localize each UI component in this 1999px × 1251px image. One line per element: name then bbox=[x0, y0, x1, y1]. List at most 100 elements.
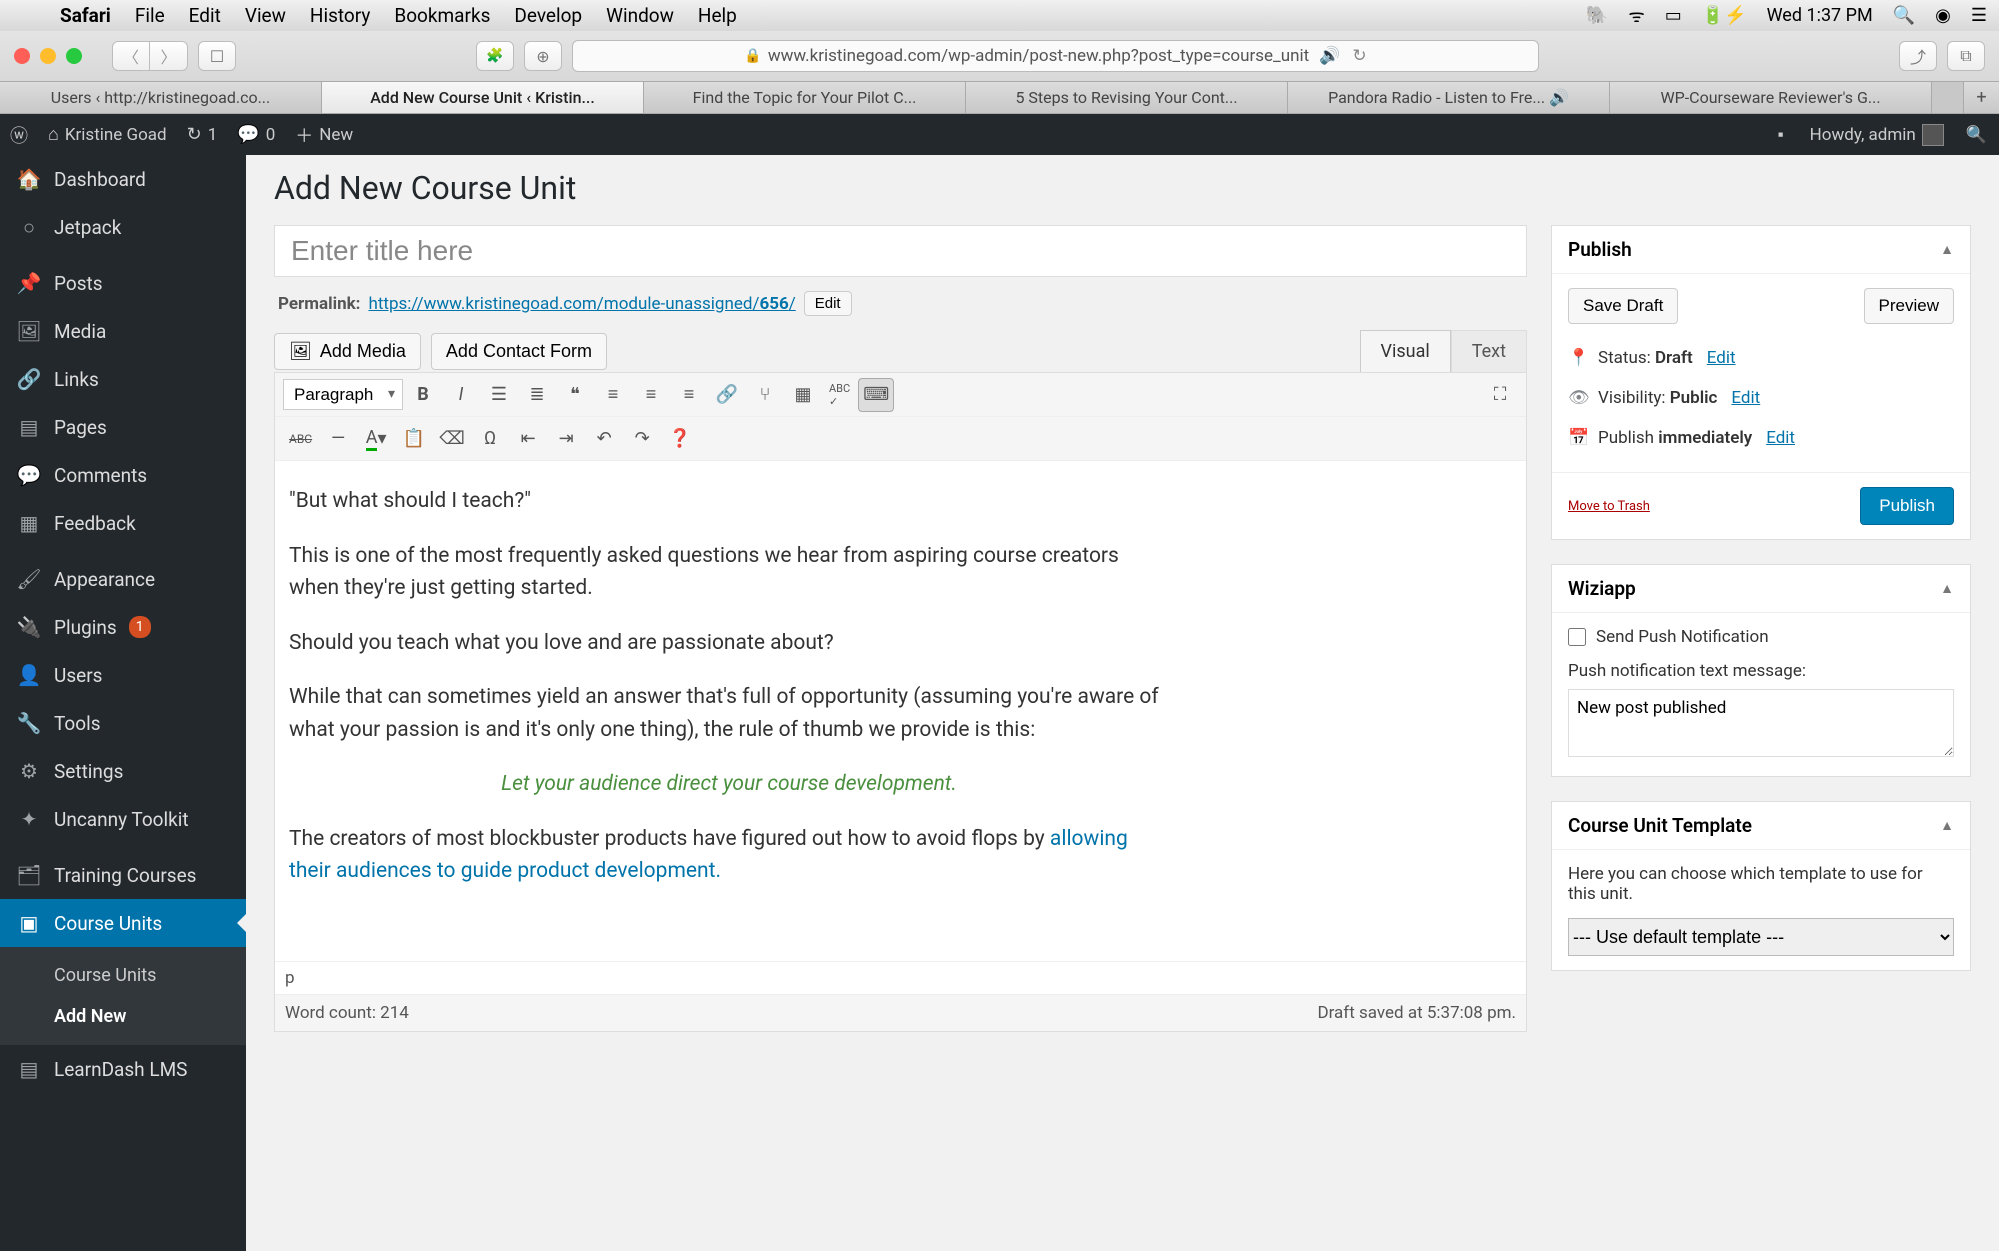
post-title-input[interactable] bbox=[274, 225, 1527, 277]
app-name[interactable]: Safari bbox=[48, 4, 123, 27]
menu-history[interactable]: History bbox=[298, 4, 382, 27]
submenu-item[interactable]: Course Units bbox=[0, 955, 246, 996]
sidebar-item-uncanny-toolkit[interactable]: ✦Uncanny Toolkit bbox=[0, 795, 246, 843]
spotlight-icon[interactable]: 🔍 bbox=[1893, 5, 1915, 26]
menu-view[interactable]: View bbox=[233, 4, 298, 27]
share-button[interactable]: ⤴ bbox=[1899, 41, 1937, 71]
browser-tab[interactable]: Pandora Radio - Listen to Fre... 🔊 bbox=[1288, 82, 1610, 113]
browser-tab[interactable]: Users ‹ http://kristinegoad.co... bbox=[0, 82, 322, 113]
number-list-button[interactable]: ≣ bbox=[519, 378, 555, 412]
editor-body[interactable]: "But what should I teach?" This is one o… bbox=[275, 461, 1526, 961]
siri-icon[interactable]: ◉ bbox=[1935, 5, 1951, 26]
notifications-icon[interactable]: ▪ bbox=[1778, 125, 1784, 145]
submenu-item[interactable]: Add New bbox=[0, 996, 246, 1037]
bullet-list-button[interactable]: ☰ bbox=[481, 378, 517, 412]
browser-tab[interactable]: 5 Steps to Revising Your Cont... bbox=[966, 82, 1288, 113]
address-bar[interactable]: 🔒 www.kristinegoad.com/wp-admin/post-new… bbox=[572, 40, 1539, 72]
reload-icon[interactable]: ↻ bbox=[1352, 46, 1366, 66]
sidebar-item-feedback[interactable]: ▦Feedback bbox=[0, 499, 246, 547]
howdy-text[interactable]: Howdy, admin bbox=[1810, 125, 1916, 145]
menu-develop[interactable]: Develop bbox=[502, 4, 594, 27]
sidebar-item-course-units[interactable]: ▣Course Units bbox=[0, 899, 246, 947]
menu-window[interactable]: Window bbox=[594, 4, 686, 27]
align-right-button[interactable]: ≡ bbox=[671, 378, 707, 412]
sidebar-item-appearance[interactable]: 🖌Appearance bbox=[0, 555, 246, 603]
strike-button[interactable]: ABC bbox=[283, 422, 318, 456]
fullscreen-button[interactable]: ⛶ bbox=[1482, 378, 1518, 412]
minimize-window[interactable] bbox=[40, 48, 56, 64]
add-contact-form-button[interactable]: Add Contact Form bbox=[431, 333, 607, 370]
publish-button[interactable]: Publish bbox=[1860, 487, 1954, 525]
evernote-icon[interactable]: 🐘 bbox=[1586, 5, 1608, 26]
text-color-button[interactable]: A ▾ bbox=[358, 422, 394, 456]
edit-status-link[interactable]: Edit bbox=[1707, 348, 1736, 368]
airplay-icon[interactable]: ▭ bbox=[1665, 5, 1682, 26]
template-select[interactable]: --- Use default template --- bbox=[1568, 918, 1954, 956]
tabs-button[interactable]: ⧉ bbox=[1947, 41, 1985, 71]
browser-tab[interactable]: Add New Course Unit ‹ Kristin... bbox=[322, 82, 644, 113]
maximize-window[interactable] bbox=[66, 48, 82, 64]
sidebar-item-settings[interactable]: ⚙Settings bbox=[0, 747, 246, 795]
sidebar-item-plugins[interactable]: 🔌Plugins1 bbox=[0, 603, 246, 651]
text-tab[interactable]: Text bbox=[1451, 330, 1527, 372]
menubar-clock[interactable]: Wed 1:37 PM bbox=[1767, 5, 1873, 26]
align-left-button[interactable]: ≡ bbox=[595, 378, 631, 412]
italic-button[interactable]: I bbox=[443, 378, 479, 412]
sidebar-item-dashboard[interactable]: 🏠Dashboard bbox=[0, 155, 246, 203]
avatar[interactable] bbox=[1922, 124, 1944, 146]
format-select[interactable]: Paragraph bbox=[283, 379, 403, 410]
sidebar-item-comments[interactable]: 💬Comments bbox=[0, 451, 246, 499]
toolbar-toggle-button[interactable]: ⌨ bbox=[858, 378, 894, 412]
visual-tab[interactable]: Visual bbox=[1360, 330, 1451, 372]
menu-edit[interactable]: Edit bbox=[177, 4, 233, 27]
add-media-button[interactable]: 🖼Add Media bbox=[274, 333, 421, 370]
link-button[interactable]: 🔗 bbox=[709, 378, 745, 412]
clear-format-button[interactable]: ⌫ bbox=[434, 422, 470, 456]
sidebar-item-links[interactable]: 🔗Links bbox=[0, 355, 246, 403]
save-draft-button[interactable]: Save Draft bbox=[1568, 288, 1678, 324]
bold-button[interactable]: B bbox=[405, 378, 441, 412]
menu-file[interactable]: File bbox=[123, 4, 177, 27]
notifications-icon[interactable]: ☰ bbox=[1971, 5, 1987, 26]
edit-permalink-button[interactable]: Edit bbox=[804, 291, 852, 316]
indent-button[interactable]: ⇥ bbox=[548, 422, 584, 456]
special-char-button[interactable]: Ω bbox=[472, 422, 508, 456]
move-to-trash-link[interactable]: Move to Trash bbox=[1568, 499, 1650, 514]
push-checkbox[interactable] bbox=[1568, 628, 1586, 646]
extension-button[interactable]: 🧩 bbox=[476, 41, 514, 71]
wp-logo[interactable]: ⓦ bbox=[0, 122, 38, 148]
battery-icon[interactable]: 🔋⚡ bbox=[1702, 5, 1747, 26]
edit-visibility-link[interactable]: Edit bbox=[1731, 388, 1760, 408]
new-content[interactable]: ＋New bbox=[285, 122, 363, 148]
paste-text-button[interactable]: 📋 bbox=[396, 422, 432, 456]
align-center-button[interactable]: ≡ bbox=[633, 378, 669, 412]
browser-tab[interactable]: WP-Courseware Reviewer's G... bbox=[1610, 82, 1932, 113]
audio-icon[interactable]: 🔊 bbox=[1319, 46, 1340, 66]
toggle-icon[interactable]: ▲ bbox=[1940, 241, 1954, 258]
sidebar-item-media[interactable]: 🖼Media bbox=[0, 307, 246, 355]
search-icon[interactable]: 🔍 bbox=[1966, 125, 1987, 145]
sidebar-item-posts[interactable]: 📌Posts bbox=[0, 259, 246, 307]
forward-button[interactable]: 〉 bbox=[150, 41, 188, 71]
site-link[interactable]: ⌂Kristine Goad bbox=[38, 124, 177, 145]
quote-button[interactable]: ❝ bbox=[557, 378, 593, 412]
sidebar-item-training-courses[interactable]: 🗂Training Courses bbox=[0, 851, 246, 899]
new-tab-button[interactable]: + bbox=[1963, 82, 1999, 113]
more-button[interactable]: ▦ bbox=[785, 378, 821, 412]
comments-link[interactable]: 💬0 bbox=[227, 124, 285, 145]
sidebar-item-jetpack[interactable]: ○Jetpack bbox=[0, 203, 246, 251]
push-textarea[interactable]: New post published bbox=[1568, 689, 1954, 757]
unlink-button[interactable]: ⑂ bbox=[747, 378, 783, 412]
sidebar-item-learndash-lms[interactable]: ▤LearnDash LMS bbox=[0, 1045, 246, 1093]
redo-button[interactable]: ↷ bbox=[624, 422, 660, 456]
preview-button[interactable]: Preview bbox=[1864, 288, 1954, 324]
browser-tab[interactable]: Find the Topic for Your Pilot C... bbox=[644, 82, 966, 113]
wifi-icon[interactable]: ᯤ bbox=[1628, 4, 1644, 28]
help-button[interactable]: ❓ bbox=[662, 422, 698, 456]
back-button[interactable]: 〈 bbox=[112, 41, 150, 71]
close-window[interactable] bbox=[14, 48, 30, 64]
sidebar-toggle[interactable]: ☐ bbox=[198, 41, 236, 71]
updates-link[interactable]: ↻1 bbox=[177, 124, 228, 145]
sidebar-item-tools[interactable]: 🔧Tools bbox=[0, 699, 246, 747]
menu-bookmarks[interactable]: Bookmarks bbox=[382, 4, 502, 27]
